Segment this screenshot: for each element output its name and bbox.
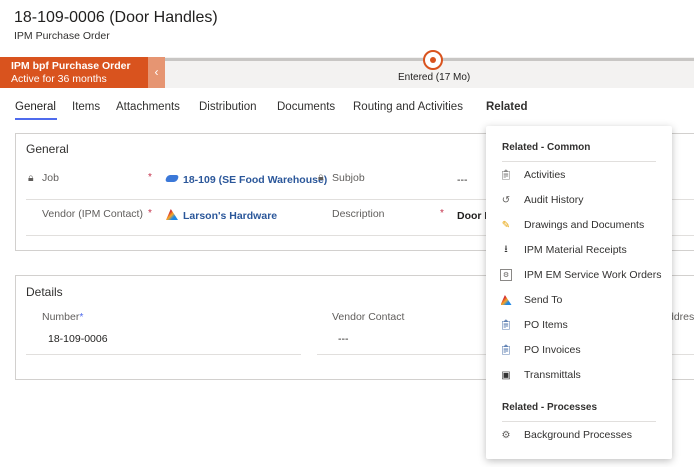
menu-item-label: IPM EM Service Work Orders [524, 269, 662, 281]
vendor-label: Vendor (IPM Contact) [42, 208, 143, 220]
work-order-icon: ⚙ [500, 269, 512, 281]
page-title: 18-109-0006 (Door Handles) [14, 9, 218, 26]
vendor-contact-label: Vendor Contact [332, 311, 405, 323]
menu-item-po-invoices[interactable]: 📋︎ PO Invoices [500, 344, 581, 356]
lock-icon: 🔒︎ [318, 171, 324, 183]
menu-item-label: Audit History [524, 194, 584, 206]
menu-item-background-processes[interactable]: ⚙ Background Processes [500, 429, 632, 441]
lock-icon: 🔒︎ [28, 172, 34, 184]
menu-item-label: Send To [524, 294, 563, 306]
po-invoices-icon: 📋︎ [499, 344, 513, 356]
receipt-icon: ⭳ [504, 243, 508, 255]
menu-item-label: PO Items [524, 319, 568, 331]
tab-related[interactable]: Related [486, 101, 528, 113]
tab-routing-and-activities[interactable]: Routing and Activities [353, 101, 463, 113]
divider [502, 161, 656, 162]
subjob-value[interactable]: --- [457, 174, 468, 186]
required-indicator: * [79, 311, 84, 323]
menu-item-activities[interactable]: 📋︎ Activities [499, 169, 566, 181]
menu-item-label: Drawings and Documents [524, 219, 645, 231]
vendor-link[interactable]: Larson's Hardware [183, 210, 277, 222]
bpf-process-button[interactable]: IPM bpf Purchase Order Active for 36 mon… [0, 57, 148, 88]
bpf-duration: Active for 36 months [11, 73, 107, 85]
required-indicator: * [148, 172, 152, 183]
tab-general[interactable]: General [15, 101, 56, 113]
number-label: Number* [42, 311, 83, 323]
menu-header-processes: Related - Processes [502, 402, 598, 413]
divider [502, 421, 656, 422]
send-to-icon [500, 294, 512, 306]
menu-item-send-to[interactable]: Send To [500, 294, 562, 306]
background-process-icon: ⚙ [501, 429, 511, 441]
menu-item-drawings-and-documents[interactable]: ✎ Drawings and Documents [500, 219, 644, 231]
menu-item-po-items[interactable]: 📋︎ PO Items [500, 319, 568, 331]
tab-attachments[interactable]: Attachments [116, 101, 180, 113]
menu-item-label: IPM Material Receipts [524, 244, 627, 256]
history-icon: ↺ [501, 194, 511, 206]
activities-icon: 📋︎ [499, 169, 513, 181]
stage-indicator-icon[interactable] [423, 50, 443, 70]
po-items-icon: 📋︎ [499, 319, 513, 331]
menu-item-audit-history[interactable]: ↺ Audit History [500, 194, 584, 206]
transmittal-icon: ▣ [501, 369, 511, 381]
bpf-name: IPM bpf Purchase Order [11, 60, 131, 72]
tab-items[interactable]: Items [72, 101, 100, 113]
section-title: Details [26, 285, 63, 299]
menu-item-transmittals[interactable]: ▣ Transmittals [500, 369, 581, 381]
tab-documents[interactable]: Documents [277, 101, 335, 113]
description-label: Description [332, 208, 385, 220]
menu-item-ipm-material-receipts[interactable]: ⭳ IPM Material Receipts [500, 243, 627, 257]
required-indicator: * [440, 208, 444, 219]
pencil-icon: ✎ [501, 219, 511, 231]
section-title: General [26, 142, 69, 156]
job-label: Job [42, 172, 59, 184]
subjob-label: Subjob [332, 172, 365, 184]
menu-item-label: PO Invoices [524, 344, 581, 356]
stage-label[interactable]: Entered (17 Mo) [398, 72, 470, 83]
menu-item-label: Background Processes [524, 429, 632, 441]
entity-type: IPM Purchase Order [14, 30, 110, 42]
tab-distribution[interactable]: Distribution [199, 101, 257, 113]
menu-item-label: Transmittals [524, 369, 581, 381]
job-link[interactable]: 18-109 (SE Food Warehouse) [183, 174, 327, 186]
selected-tab-indicator [15, 118, 57, 120]
required-indicator: * [148, 208, 152, 219]
vendor-contact-value[interactable]: --- [338, 333, 349, 345]
menu-item-label: Activities [524, 169, 566, 181]
number-label-text: Number [42, 311, 80, 323]
number-value[interactable]: 18-109-0006 [48, 333, 108, 345]
chevron-left-icon[interactable]: ‹ [148, 57, 165, 88]
menu-header-common: Related - Common [502, 142, 591, 153]
related-menu: Related - Common 📋︎ Activities ↺ Audit His… [486, 126, 672, 459]
number-field-underline [26, 354, 301, 355]
menu-item-ipm-em-service-work-orders[interactable]: ⚙ IPM EM Service Work Orders [500, 269, 662, 281]
